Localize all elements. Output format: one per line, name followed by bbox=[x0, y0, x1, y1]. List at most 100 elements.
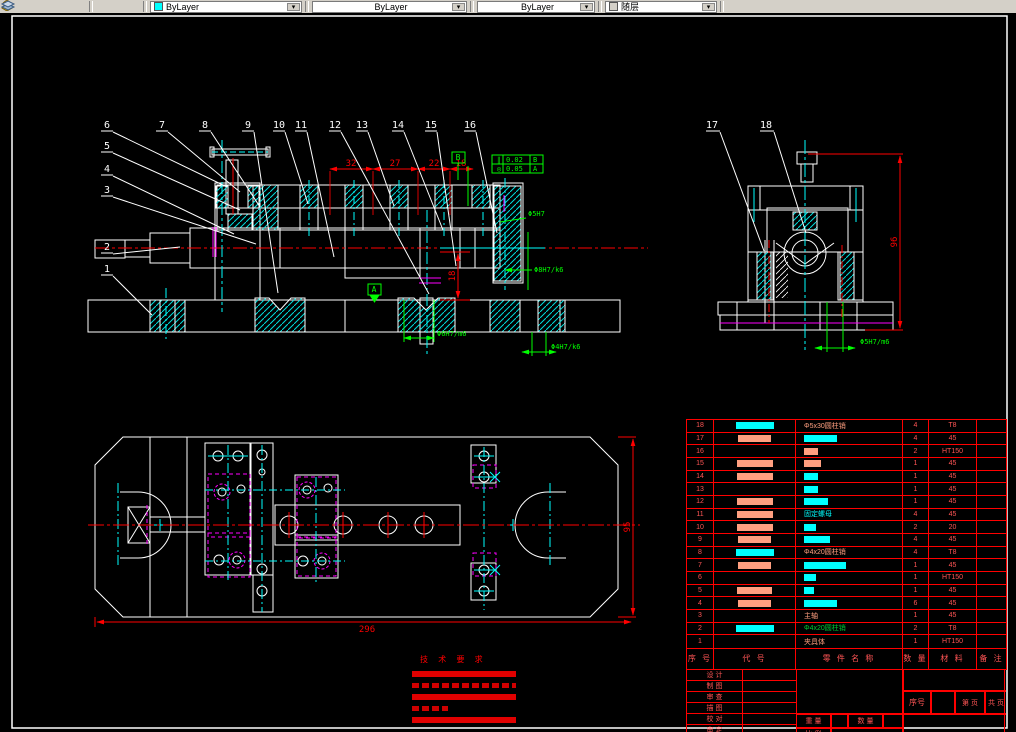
dia-dim-4: Φ4H7/k6 bbox=[551, 343, 581, 351]
part-label-6: 6 bbox=[104, 120, 110, 131]
org-cell bbox=[903, 670, 1006, 691]
redacted-cyan-bar bbox=[804, 574, 816, 582]
redacted-cyan-bar bbox=[735, 624, 774, 632]
cad-window: ByLayer ▾ ByLayer ▾ ByLayer ▾ 随层 ▾ 32 27… bbox=[0, 0, 1016, 732]
side-dia-dim: Φ5H7/m6 bbox=[860, 338, 890, 346]
redacted-salmon-bar bbox=[737, 586, 772, 594]
redacted-salmon-bar bbox=[804, 447, 818, 455]
toolbar-separator bbox=[305, 1, 309, 12]
part-label-5: 5 bbox=[104, 141, 110, 152]
redacted-salmon-bar bbox=[736, 523, 773, 531]
redacted-text-line bbox=[412, 706, 448, 711]
layer-color-value: ByLayer bbox=[166, 1, 200, 12]
redacted-cyan-bar bbox=[804, 485, 818, 493]
part-label-10: 10 bbox=[273, 120, 285, 131]
redacted-cyan-bar bbox=[804, 472, 818, 480]
serial-label: 序号 bbox=[903, 691, 931, 714]
chevron-down-icon[interactable]: ▾ bbox=[580, 2, 593, 11]
toolbar-separator bbox=[143, 1, 147, 12]
titleblock-row: 描 图 bbox=[687, 703, 796, 714]
redacted-cyan-bar bbox=[804, 586, 814, 594]
redacted-salmon-bar bbox=[736, 472, 773, 480]
titleblock-left: 设 计制 图审 查描 图校 对审 定标准化批 准 bbox=[687, 670, 796, 732]
part-label-1: 1 bbox=[104, 264, 110, 275]
table-row: 10 2 20 bbox=[687, 521, 1006, 534]
scale-value bbox=[831, 728, 903, 732]
redacted-text-bar bbox=[412, 717, 516, 723]
layer-color-combo[interactable]: ByLayer ▾ bbox=[150, 0, 302, 13]
drawing-canvas[interactable]: 32 27 22 18 18 B A ∥ 0.02 B ◎ 0.05 A Φ5H… bbox=[0, 13, 1016, 732]
toolbar-separator bbox=[598, 1, 602, 12]
plotstyle-value: 随层 bbox=[621, 2, 640, 12]
table-row: 13 1 45 bbox=[687, 483, 1006, 496]
table-row: 15 1 45 bbox=[687, 458, 1006, 471]
datum-b-label: B bbox=[456, 153, 461, 162]
linetype-combo[interactable]: ByLayer ▾ bbox=[312, 0, 467, 13]
chevron-down-icon[interactable]: ▾ bbox=[452, 2, 465, 11]
serial-value bbox=[931, 691, 955, 714]
table-row: 16 2 HT150 bbox=[687, 445, 1006, 458]
part-label-3: 3 bbox=[104, 185, 110, 196]
header-code: 代 号 bbox=[714, 647, 796, 669]
lineweight-combo[interactable]: ByLayer ▾ bbox=[477, 0, 595, 13]
part-label-15: 15 bbox=[425, 120, 437, 131]
header-remark: 备 注 bbox=[979, 653, 1004, 663]
side-height-dim: 96 bbox=[890, 237, 900, 248]
layer-states-button[interactable] bbox=[0, 0, 140, 13]
scale-label: 比 例 bbox=[796, 728, 831, 732]
titleblock-row: 审 定 bbox=[687, 725, 796, 732]
drawing-name-cell bbox=[796, 670, 903, 714]
titleblock-label: 校 对 bbox=[687, 714, 743, 724]
header-name: 零 件 名 称 bbox=[796, 647, 903, 669]
table-row: 9 4 45 bbox=[687, 534, 1006, 547]
dim-32: 32 bbox=[346, 159, 357, 169]
weight-value bbox=[831, 714, 848, 728]
table-row: 17 4 45 bbox=[687, 432, 1006, 446]
chevron-down-icon[interactable]: ▾ bbox=[287, 2, 300, 11]
part-label-9: 9 bbox=[245, 120, 251, 131]
layer-color-swatch bbox=[154, 2, 163, 11]
redacted-cyan-bar bbox=[735, 422, 774, 430]
table-row: 7 1 45 bbox=[687, 559, 1006, 572]
part-label-12: 12 bbox=[329, 120, 341, 131]
fcf1-value: 0.02 bbox=[506, 156, 523, 164]
page-label: 第 页 bbox=[955, 691, 985, 714]
lineweight-value: ByLayer bbox=[520, 1, 555, 12]
redacted-cyan-bar bbox=[804, 434, 837, 442]
plan-width-dim: 296 bbox=[359, 625, 375, 635]
table-row: 4 6 45 bbox=[687, 597, 1006, 610]
titleblock-label: 制 图 bbox=[687, 681, 743, 691]
datum-a-label: A bbox=[372, 285, 377, 294]
table-row: 12 1 45 bbox=[687, 496, 1006, 509]
qty-label: 数 量 bbox=[848, 714, 883, 728]
part-label-7: 7 bbox=[159, 120, 165, 131]
titleblock-value bbox=[743, 703, 796, 713]
part-label-4: 4 bbox=[104, 164, 110, 175]
titleblock-row: 校 对 bbox=[687, 714, 796, 725]
chevron-down-icon[interactable]: ▾ bbox=[702, 2, 715, 11]
tech-req-title: 技 术 要 求 bbox=[420, 655, 487, 664]
table-row: 11 固定螺母 4 45 bbox=[687, 508, 1006, 522]
part-label-11: 11 bbox=[295, 120, 307, 131]
redacted-salmon-bar bbox=[736, 510, 773, 518]
layers-icon bbox=[0, 0, 16, 11]
plotstyle-combo[interactable]: 随层 ▾ bbox=[605, 0, 717, 13]
redacted-salmon-bar bbox=[804, 460, 821, 468]
titleblock-value bbox=[743, 670, 796, 680]
plotstyle-swatch bbox=[609, 2, 618, 11]
toolbar: ByLayer ▾ ByLayer ▾ ByLayer ▾ 随层 ▾ bbox=[0, 0, 1016, 14]
titleblock-value bbox=[743, 692, 796, 702]
redacted-text-line bbox=[412, 683, 516, 688]
table-row: 18 Φ5x30圆柱销 4 T8 bbox=[687, 420, 1006, 433]
side-view: 96 Φ5H7/m6 17 18 bbox=[706, 120, 903, 352]
parts-table: 18 Φ5x30圆柱销 4 T8 17 4 45 16 2 HT150 15 1 45 14 1 45 13 1 4… bbox=[686, 419, 1007, 649]
titleblock-row: 设 计 bbox=[687, 670, 796, 681]
titleblock-value bbox=[743, 725, 796, 732]
dim-27: 27 bbox=[390, 159, 401, 169]
redacted-salmon-bar bbox=[738, 599, 771, 607]
table-row: 14 1 45 bbox=[687, 470, 1006, 484]
titleblock-label: 描 图 bbox=[687, 703, 743, 713]
make-layer-current-button[interactable] bbox=[1, 0, 118, 13]
parts-table-header: 序 号 代 号 零 件 名 称 数 量 材 料 备 注 bbox=[686, 647, 1007, 670]
dia-dim-1: Φ5H7 bbox=[528, 210, 545, 218]
